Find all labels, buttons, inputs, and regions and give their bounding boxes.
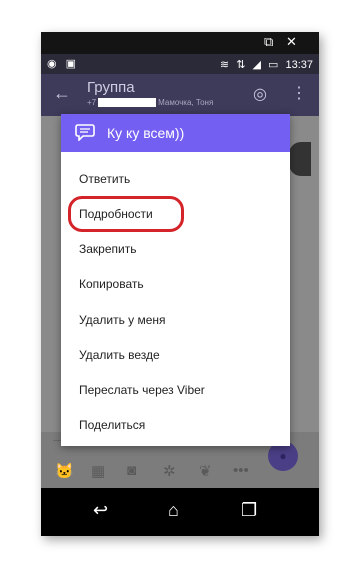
menu-item-pin[interactable]: Закрепить: [79, 242, 136, 256]
battery-icon: ▭: [268, 59, 279, 71]
status-bar: ◉ ▣ ≋ ⇅ ◢ ▭ 13:37: [41, 54, 319, 74]
menu-item-reply[interactable]: Ответить: [79, 172, 130, 186]
close-icon[interactable]: ✕: [286, 34, 297, 50]
window-controls: ⧉ ✕: [262, 34, 312, 50]
dialog-header: Ку ку всем)): [61, 114, 290, 152]
chat-title: Группа: [87, 79, 135, 96]
signal-icon: ◢: [252, 59, 261, 71]
nav-bar: ↩ ⌂ ❐: [41, 488, 319, 536]
menu-item-share[interactable]: Поделиться: [79, 418, 145, 432]
back-arrow-icon[interactable]: ←: [53, 83, 71, 104]
screen-record-icon: ▣: [65, 58, 77, 70]
menu-item-copy[interactable]: Копировать: [79, 277, 144, 291]
camera-icon[interactable]: ◙: [127, 462, 136, 479]
add-contact-icon[interactable]: ◎: [253, 84, 267, 104]
recents-nav-icon[interactable]: ❐: [241, 500, 257, 521]
back-nav-icon[interactable]: ↩: [93, 500, 108, 521]
sticker-cat-icon[interactable]: 🐱: [55, 462, 74, 480]
dialog-title: Ку ку всем)): [107, 125, 185, 141]
highlight-annotation: [68, 196, 184, 232]
more-vert-icon[interactable]: ⋮: [291, 83, 307, 103]
menu-item-delete-everywhere[interactable]: Удалить везде: [79, 348, 160, 362]
more-options-icon[interactable]: •••: [233, 462, 249, 479]
eye-icon: ◉: [47, 58, 57, 70]
redacted-number: [98, 98, 157, 108]
wifi-icon: ≋: [219, 59, 230, 71]
menu-item-delete-for-me[interactable]: Удалить у меня: [79, 313, 166, 327]
clock: 13:37: [285, 59, 313, 71]
transfer-icon: ⇅: [236, 59, 246, 71]
home-nav-icon[interactable]: ⌂: [168, 500, 179, 521]
chat-avatar: [289, 142, 311, 176]
doodle-icon[interactable]: ✲: [163, 462, 176, 480]
chat-subtitle: +7 Мамочка, Тоня: [87, 98, 214, 108]
image-icon[interactable]: ▦: [91, 462, 105, 480]
context-menu-dialog: Ку ку всем)) Ответить Подробности Закреп…: [61, 114, 290, 446]
message-bubble-icon: [75, 124, 95, 141]
gif-icon[interactable]: ❦: [199, 462, 212, 480]
menu-item-forward-viber[interactable]: Переслать через Viber: [79, 383, 205, 397]
app-bar: ← Группа +7 Мамочка, Тоня ◎ ⋮: [41, 74, 319, 116]
external-link-icon[interactable]: ⧉: [264, 34, 273, 50]
